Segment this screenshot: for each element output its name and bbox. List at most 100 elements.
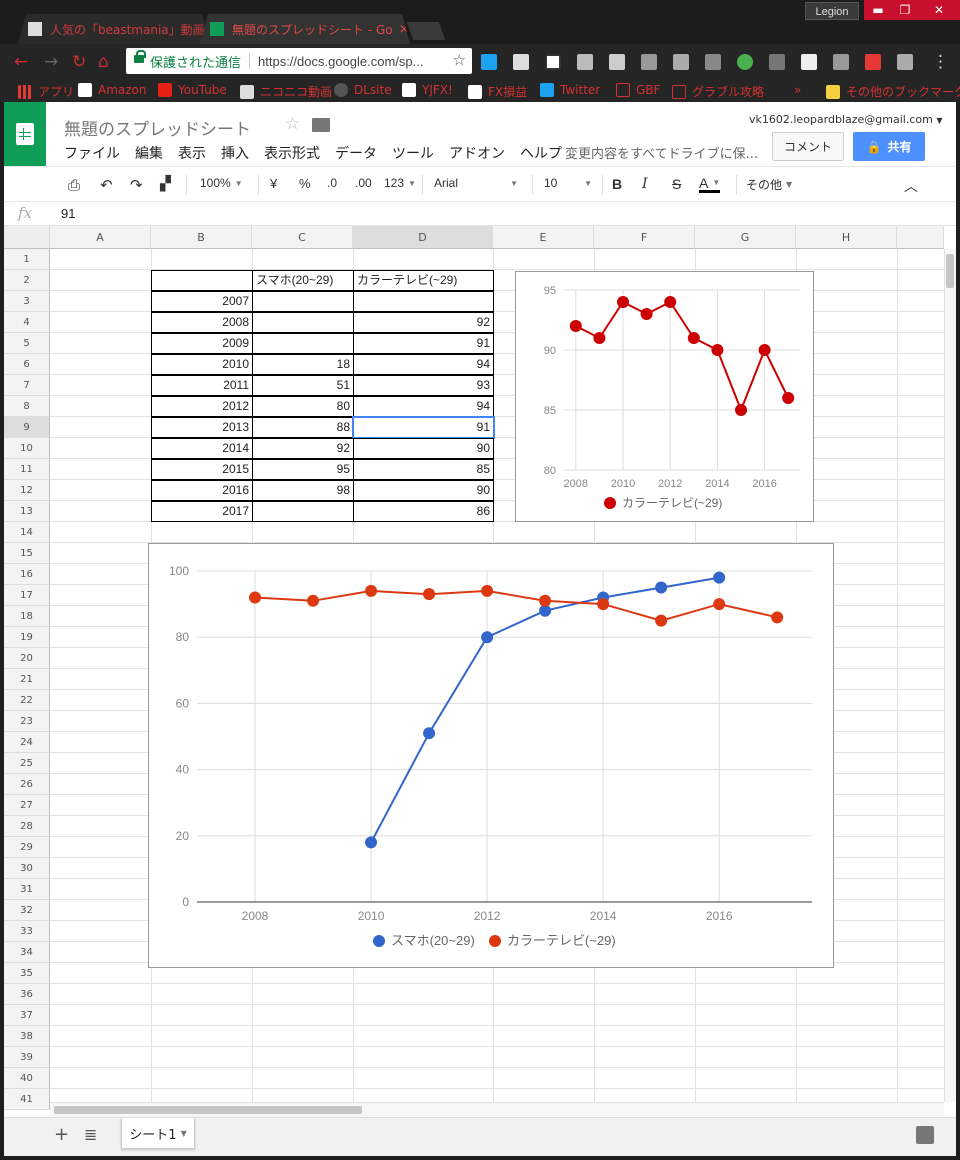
chrome-menu-icon[interactable]: ⋮ xyxy=(932,52,949,72)
mail-extension-icon[interactable] xyxy=(865,54,881,70)
print-icon[interactable]: ⎙ xyxy=(68,176,80,194)
drive-extension-icon[interactable] xyxy=(897,54,913,70)
menu-view[interactable]: 表示 xyxy=(178,143,206,163)
formula-input[interactable]: 91 xyxy=(61,206,75,221)
sheet-tab[interactable]: シート1 ▼ xyxy=(121,1118,195,1149)
twitter-extension-icon[interactable] xyxy=(481,54,497,70)
row-header[interactable]: 31 xyxy=(4,879,50,900)
percent-format-button[interactable]: % xyxy=(299,176,311,191)
tv-cell[interactable]: 86 xyxy=(353,501,494,522)
minimize-icon[interactable]: ▬ xyxy=(864,0,892,20)
row-header[interactable]: 19 xyxy=(4,627,50,648)
vertical-scrollbar[interactable] xyxy=(944,249,956,1102)
tv-cell[interactable]: 91 xyxy=(353,333,494,354)
bookmark-amazon[interactable]: Amazon xyxy=(78,83,147,97)
explore-icon[interactable] xyxy=(916,1126,934,1144)
mask-extension-icon[interactable] xyxy=(513,54,529,70)
row-header[interactable]: 41 xyxy=(4,1089,50,1110)
more-formats-select[interactable]: 123 ▼ xyxy=(384,176,416,190)
table-header-cell[interactable] xyxy=(151,270,253,291)
horizontal-scroll-thumb[interactable] xyxy=(54,1106,362,1114)
row-header[interactable]: 22 xyxy=(4,690,50,711)
reload-icon[interactable]: ↻ xyxy=(72,52,86,72)
column-header-h[interactable]: H xyxy=(796,226,897,249)
menu-insert[interactable]: 挿入 xyxy=(221,143,249,163)
phone-cell[interactable]: 80 xyxy=(252,396,354,417)
profile-button[interactable]: Legion xyxy=(805,2,859,20)
column-header-a[interactable]: A xyxy=(50,226,151,249)
tv-cell[interactable]: 90 xyxy=(353,438,494,459)
tv-cell[interactable] xyxy=(353,291,494,312)
phone-cell[interactable] xyxy=(252,291,354,312)
home-icon[interactable]: ⌂ xyxy=(98,52,109,72)
row-header[interactable]: 9 xyxy=(4,417,50,438)
reader-extension-icon[interactable] xyxy=(545,54,561,70)
row-header[interactable]: 18 xyxy=(4,606,50,627)
tool-extension-icon[interactable] xyxy=(609,54,625,70)
url-text[interactable]: https://docs.google.com/sp... xyxy=(258,54,423,69)
bookmark-gbf-guide[interactable]: グラブル攻略 xyxy=(672,83,764,100)
row-header[interactable]: 3 xyxy=(4,291,50,312)
phone-cell[interactable] xyxy=(252,312,354,333)
year-cell[interactable]: 2013 xyxy=(151,417,253,438)
bold-button[interactable]: B xyxy=(612,176,622,192)
year-cell[interactable]: 2014 xyxy=(151,438,253,459)
row-header[interactable]: 30 xyxy=(4,858,50,879)
row-header[interactable]: 8 xyxy=(4,396,50,417)
comment-button[interactable]: コメント xyxy=(772,132,844,161)
undo-icon[interactable]: ↶ xyxy=(100,176,113,194)
column-header-e[interactable]: E xyxy=(493,226,594,249)
phone-cell[interactable]: 51 xyxy=(252,375,354,396)
sheets-logo-icon[interactable] xyxy=(4,102,46,166)
row-header[interactable]: 35 xyxy=(4,963,50,984)
selected-cell[interactable]: 91 xyxy=(352,416,495,439)
account-email[interactable]: vk1602.leopardblaze@gmail.com ▼ xyxy=(749,113,942,126)
tv-line-chart[interactable]: 80 85 90 95 2008 2010 2012 2014 2016 カラーテレビ(~29) xyxy=(515,271,814,522)
row-header[interactable]: 12 xyxy=(4,480,50,501)
phone-cell[interactable]: 92 xyxy=(252,438,354,459)
tv-cell[interactable]: 93 xyxy=(353,375,494,396)
tv-cell[interactable]: 94 xyxy=(353,396,494,417)
year-cell[interactable]: 2016 xyxy=(151,480,253,501)
year-cell[interactable]: 2010 xyxy=(151,354,253,375)
phone-cell[interactable]: 18 xyxy=(252,354,354,375)
currency-format-button[interactable]: ¥ xyxy=(270,176,277,191)
decrease-decimal-button[interactable]: .0 xyxy=(327,176,337,190)
bookmark-other[interactable]: その他のブックマーク xyxy=(826,83,960,100)
column-header-c[interactable]: C xyxy=(252,226,353,249)
row-header[interactable]: 39 xyxy=(4,1047,50,1068)
phone-cell[interactable]: 88 xyxy=(252,417,354,438)
year-cell[interactable]: 2015 xyxy=(151,459,253,480)
row-header[interactable]: 10 xyxy=(4,438,50,459)
row-header[interactable]: 38 xyxy=(4,1026,50,1047)
font-select[interactable]: Arial ▼ xyxy=(434,176,518,190)
add-sheet-icon[interactable]: + xyxy=(54,1124,69,1145)
nico-extension-icon[interactable] xyxy=(641,54,657,70)
tv-cell[interactable]: 92 xyxy=(353,312,494,333)
tv-cell[interactable]: 90 xyxy=(353,480,494,501)
all-sheets-icon[interactable]: ≣ xyxy=(84,1125,97,1144)
year-cell[interactable]: 2012 xyxy=(151,396,253,417)
star-icon[interactable]: ☆ xyxy=(285,114,300,134)
row-header[interactable]: 7 xyxy=(4,375,50,396)
forward-icon[interactable]: → xyxy=(44,52,58,72)
row-header[interactable]: 28 xyxy=(4,816,50,837)
phone-cell[interactable] xyxy=(252,333,354,354)
text-color-button[interactable]: A ▼ xyxy=(699,176,721,193)
paint-format-icon[interactable]: ▞ xyxy=(160,176,171,192)
row-header[interactable]: 27 xyxy=(4,795,50,816)
close-window-icon[interactable]: ✕ xyxy=(918,0,960,20)
menu-file[interactable]: ファイル xyxy=(64,143,120,163)
row-header[interactable]: 33 xyxy=(4,921,50,942)
share-button[interactable]: 🔒 共有 xyxy=(853,132,925,161)
increase-decimal-button[interactable]: .00 xyxy=(355,176,372,190)
bookmark-twitter[interactable]: Twitter xyxy=(540,83,600,97)
menu-edit[interactable]: 編集 xyxy=(135,143,163,163)
menu-tools[interactable]: ツール xyxy=(392,143,434,163)
back-icon[interactable]: ← xyxy=(14,52,28,72)
column-header-b[interactable]: B xyxy=(151,226,252,249)
table-header-cell[interactable]: スマホ(20~29) xyxy=(252,270,354,291)
row-header[interactable]: 1 xyxy=(4,249,50,270)
address-bar[interactable]: 保護された通信 https://docs.google.com/sp... ☆ xyxy=(126,48,472,74)
row-header[interactable]: 25 xyxy=(4,753,50,774)
